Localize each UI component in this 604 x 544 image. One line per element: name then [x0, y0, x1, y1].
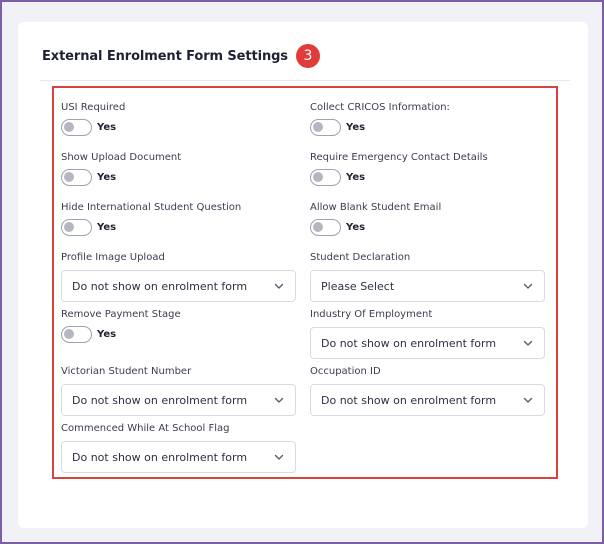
occupation-id-select[interactable]: Do not show on enrolment form	[310, 384, 545, 416]
chevron-down-icon	[523, 397, 533, 403]
remove-payment-stage-value: Yes	[97, 329, 117, 340]
show-upload-document-label: Show Upload Document	[61, 152, 182, 163]
hide-international-label: Hide International Student Question	[61, 202, 242, 213]
section-header: External Enrolment Form Settings 3	[42, 40, 320, 72]
industry-of-employment-label: Industry Of Employment	[310, 309, 433, 320]
profile-image-upload-select[interactable]: Do not show on enrolment form	[61, 270, 296, 302]
toggle-knob	[64, 329, 74, 339]
step-badge: 3	[295, 44, 320, 68]
toggle-knob	[313, 222, 323, 232]
chevron-down-icon	[523, 340, 533, 346]
section-title: External Enrolment Form Settings	[42, 48, 288, 64]
field-allow-blank-email: Allow Blank Student Email Yes	[310, 202, 441, 236]
industry-of-employment-select[interactable]: Do not show on enrolment form	[310, 327, 545, 359]
section-divider	[40, 80, 570, 81]
commenced-while-at-school-value: Do not show on enrolment form	[72, 450, 248, 464]
field-industry-of-employment: Industry Of Employment Do not show on en…	[310, 309, 545, 359]
show-upload-document-value: Yes	[97, 172, 117, 183]
collect-cricos-label: Collect CRICOS Information:	[310, 102, 450, 113]
hide-international-toggle[interactable]	[61, 219, 92, 236]
usi-required-value: Yes	[97, 122, 117, 133]
industry-of-employment-value: Do not show on enrolment form	[321, 336, 497, 350]
usi-required-toggle[interactable]	[61, 119, 92, 136]
chevron-down-icon	[274, 454, 284, 460]
field-show-upload-document: Show Upload Document Yes	[61, 152, 181, 186]
field-collect-cricos: Collect CRICOS Information: Yes	[310, 102, 450, 136]
field-student-declaration: Student Declaration Please Select	[310, 252, 545, 302]
show-upload-document-toggle[interactable]	[61, 169, 92, 186]
collect-cricos-value: Yes	[346, 122, 366, 133]
student-declaration-select[interactable]: Please Select	[310, 270, 545, 302]
occupation-id-value: Do not show on enrolment form	[321, 393, 497, 407]
student-declaration-label: Student Declaration	[310, 252, 411, 263]
hide-international-value: Yes	[97, 222, 117, 233]
victorian-student-number-label: Victorian Student Number	[61, 366, 192, 377]
chevron-down-icon	[274, 283, 284, 289]
field-victorian-student-number: Victorian Student Number Do not show on …	[61, 366, 296, 416]
toggle-knob	[64, 122, 74, 132]
require-emergency-label: Require Emergency Contact Details	[310, 152, 488, 163]
allow-blank-email-label: Allow Blank Student Email	[310, 202, 442, 213]
require-emergency-value: Yes	[346, 172, 366, 183]
toggle-knob	[313, 172, 323, 182]
toggle-knob	[313, 122, 323, 132]
toggle-knob	[64, 172, 74, 182]
require-emergency-toggle[interactable]	[310, 169, 341, 186]
remove-payment-stage-label: Remove Payment Stage	[61, 309, 181, 320]
profile-image-upload-value: Do not show on enrolment form	[72, 279, 248, 293]
victorian-student-number-select[interactable]: Do not show on enrolment form	[61, 384, 296, 416]
field-remove-payment-stage: Remove Payment Stage Yes	[61, 309, 181, 343]
commenced-while-at-school-label: Commenced While At School Flag	[61, 423, 230, 434]
field-require-emergency: Require Emergency Contact Details Yes	[310, 152, 488, 186]
allow-blank-email-toggle[interactable]	[310, 219, 341, 236]
field-commenced-while-at-school: Commenced While At School Flag Do not sh…	[61, 423, 296, 473]
collect-cricos-toggle[interactable]	[310, 119, 341, 136]
toggle-knob	[64, 222, 74, 232]
allow-blank-email-value: Yes	[346, 222, 366, 233]
victorian-student-number-value: Do not show on enrolment form	[72, 393, 248, 407]
field-hide-international: Hide International Student Question Yes	[61, 202, 241, 236]
field-profile-image-upload: Profile Image Upload Do not show on enro…	[61, 252, 296, 302]
chevron-down-icon	[274, 397, 284, 403]
usi-required-label: USI Required	[61, 102, 126, 113]
remove-payment-stage-toggle[interactable]	[61, 326, 92, 343]
commenced-while-at-school-select[interactable]: Do not show on enrolment form	[61, 441, 296, 473]
chevron-down-icon	[523, 283, 533, 289]
student-declaration-value: Please Select	[321, 279, 395, 293]
field-usi-required: USI Required Yes	[61, 102, 125, 136]
profile-image-upload-label: Profile Image Upload	[61, 252, 165, 263]
occupation-id-label: Occupation ID	[310, 366, 381, 377]
field-occupation-id: Occupation ID Do not show on enrolment f…	[310, 366, 545, 416]
